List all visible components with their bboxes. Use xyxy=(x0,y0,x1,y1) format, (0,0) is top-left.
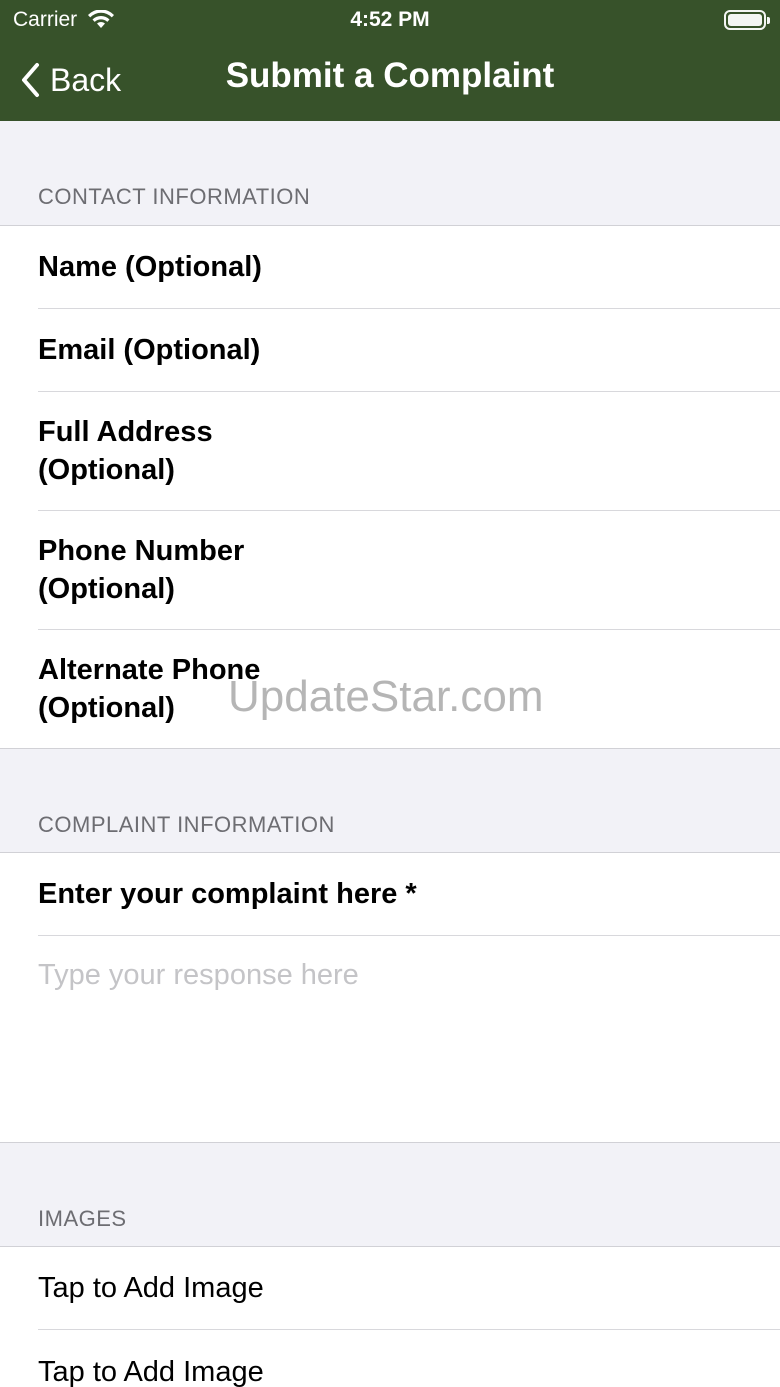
complaint-label-row: Enter your complaint here * xyxy=(38,853,780,936)
contact-section-header: CONTACT INFORMATION xyxy=(38,184,311,209)
name-field[interactable]: Name (Optional) xyxy=(38,226,780,309)
add-image-button-1[interactable]: Tap to Add Image xyxy=(38,1247,780,1330)
alternate-phone-field[interactable]: Alternate Phone (Optional) xyxy=(38,630,780,748)
status-time: 4:52 PM xyxy=(350,8,430,31)
address-field[interactable]: Full Address (Optional) xyxy=(38,392,780,511)
contact-group: Name (Optional) Email (Optional) Full Ad… xyxy=(0,225,780,749)
complaint-text-area[interactable]: Type your response here xyxy=(38,959,359,992)
complaint-group: Enter your complaint here * Type your re… xyxy=(0,852,780,1143)
alternate-phone-field-label: Alternate Phone (Optional) xyxy=(38,654,261,724)
navigation-bar: Carrier 4:52 PM Back Submit a Complaint xyxy=(0,0,780,121)
email-field[interactable]: Email (Optional) xyxy=(38,309,780,392)
add-image-label-2: Tap to Add Image xyxy=(38,1355,264,1387)
images-group: Tap to Add Image Tap to Add Image xyxy=(0,1246,780,1387)
page-title: Submit a Complaint xyxy=(225,56,555,95)
address-field-label: Full Address (Optional) xyxy=(38,416,213,486)
complaint-section-header: COMPLAINT INFORMATION xyxy=(38,812,335,837)
add-image-button-2[interactable]: Tap to Add Image xyxy=(38,1330,780,1387)
name-field-label: Name (Optional) xyxy=(38,251,262,283)
battery-icon xyxy=(724,10,770,30)
email-field-label: Email (Optional) xyxy=(38,334,261,366)
images-section-header: IMAGES xyxy=(38,1206,127,1231)
phone-field-label: Phone Number (Optional) xyxy=(38,535,245,605)
add-image-label-1: Tap to Add Image xyxy=(38,1272,264,1304)
complaint-label: Enter your complaint here * xyxy=(38,878,417,910)
phone-field[interactable]: Phone Number (Optional) xyxy=(38,511,780,630)
